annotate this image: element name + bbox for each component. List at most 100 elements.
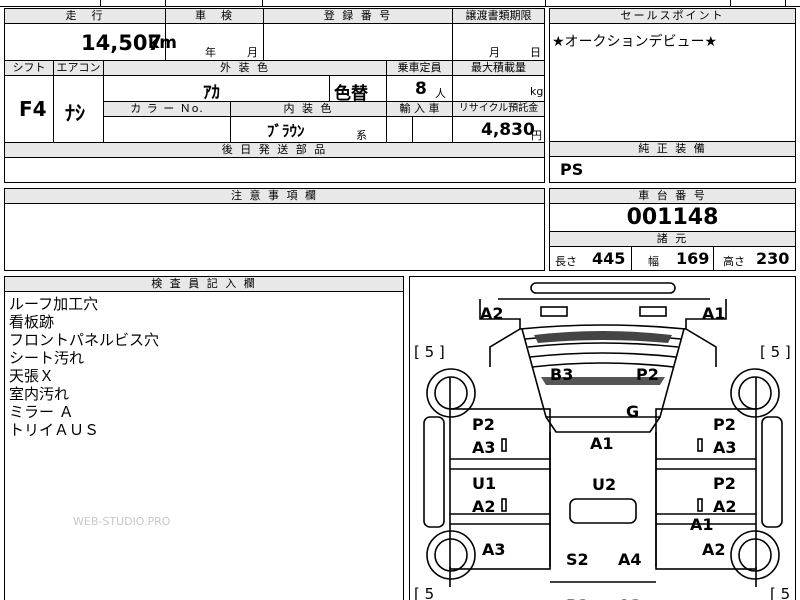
col-line: [230, 101, 231, 142]
top-border: [0, 6, 800, 7]
tire-mark: [ 5: [770, 585, 790, 600]
col-line: [452, 9, 453, 60]
import-header: 輸 入 車: [387, 102, 452, 116]
int-color-header: 内 装 色: [231, 102, 386, 116]
row-line: [5, 291, 403, 292]
recycle-value: 4,830: [481, 120, 535, 140]
damage-mark: A3: [618, 596, 642, 600]
chassis-header: 車 台 番 号: [550, 189, 795, 203]
damage-mark: P2: [713, 415, 736, 434]
roof-bar: [530, 282, 676, 294]
damage-mark: B3: [550, 365, 573, 384]
tire-rear-right-rim: [738, 538, 772, 572]
damage-mark: A2: [702, 540, 726, 559]
col-line: [165, 9, 166, 60]
tire-mark: [ 5: [414, 585, 434, 600]
note-line: シート汚れ: [9, 349, 85, 367]
ac-value: ﾅｼ: [65, 101, 85, 125]
tire-mark: [ 5 ]: [760, 343, 791, 361]
windshield-mid: [527, 342, 679, 348]
note-line: ミラー Ａ: [9, 403, 74, 421]
door-handle: [501, 438, 507, 452]
capacity-header: 乗車定員: [387, 61, 452, 75]
tire-rear-left-rim: [434, 538, 468, 572]
inspector-notes: ルーフ加工穴 看板跡 フロントパネルビス穴 シート汚れ 天張Ｘ 室内汚れ ミラー…: [9, 295, 159, 439]
row-line: [5, 75, 544, 76]
damage-mark: A2: [480, 304, 504, 323]
caution-box: 注 意 事 項 欄: [4, 188, 545, 271]
inspection-month: 月: [247, 46, 258, 59]
col-line: [631, 246, 632, 270]
mileage-header: 走 行: [5, 9, 165, 23]
watermark: WEB-STUDIO.PRO: [73, 515, 171, 528]
car-outline-diagram: [ 5 ] [ 5 ] [ 5 [ 5 A2 A1 B3 P2 G A1 P2 …: [414, 282, 791, 600]
cab-bottom: [545, 416, 661, 433]
width-label: 幅: [648, 255, 659, 268]
damage-mark: A4: [618, 550, 642, 569]
chassis-number: 001148: [626, 205, 719, 230]
inspector-box: 検 査 員 記 入 欄 ルーフ加工穴 看板跡 フロントパネルビス穴 シート汚れ …: [4, 276, 404, 600]
damage-mark: U1: [472, 474, 496, 493]
ac-header: エアコン: [54, 61, 103, 75]
door-handle: [501, 498, 507, 512]
damage-mark: A1: [690, 515, 714, 534]
row-line: [5, 203, 544, 204]
chassis-box: 車 台 番 号 001148 諸 元 長さ 445 幅 169 高さ 230: [549, 188, 796, 271]
row-line: [550, 156, 795, 157]
selling-points-box: セールスポイント ★オークションデビュー★: [549, 8, 796, 142]
recycle-header: リサイクル預託金: [453, 102, 544, 116]
color-no-header: カ ラ ー Ｎo.: [104, 102, 230, 116]
damage-mark: P2: [713, 474, 736, 493]
damage-mark: A1: [702, 304, 726, 323]
note-line: 看板跡: [9, 313, 55, 331]
int-color-suffix: 系: [356, 129, 367, 142]
damage-mark: A2: [472, 497, 496, 516]
height-value: 230: [756, 249, 790, 268]
transfer-day: 日: [530, 46, 541, 59]
left-side-bar: [423, 416, 445, 528]
max-load-unit: kg: [530, 85, 544, 98]
damage-mark: A3: [482, 540, 506, 559]
note-line: フロントパネルビス穴: [9, 331, 160, 349]
row-line: [550, 246, 795, 247]
col-line: [713, 246, 714, 270]
inspection-year: 年: [205, 46, 216, 59]
top-divider: [262, 0, 263, 6]
col-line: [329, 75, 330, 101]
shift-header: シフト: [5, 61, 53, 75]
ext-color-value: ｱｶ: [203, 83, 220, 103]
length-value: 445: [592, 249, 626, 268]
specs-header: 諸 元: [550, 232, 795, 246]
mileage-unit: km: [148, 33, 178, 53]
right-side-bar: [761, 416, 783, 528]
transfer-month: 月: [489, 46, 500, 59]
int-color-value: ﾌﾞﾗｳﾝ: [267, 122, 305, 140]
equipment-box: 純 正 装 備 PS: [549, 141, 796, 183]
max-load-header: 最大積載量: [453, 61, 544, 75]
width-value: 169: [676, 249, 710, 268]
left-side-lines: [450, 458, 550, 525]
note-line: 室内汚れ: [9, 385, 70, 403]
damage-mark: A1: [590, 434, 614, 453]
row-line: [550, 23, 795, 24]
note-line: トリイＡＵＳ: [9, 421, 100, 439]
row-line: [550, 203, 795, 204]
note-line: ルーフ加工穴: [9, 295, 99, 313]
top-divider: [100, 0, 101, 6]
col-line: [53, 60, 54, 142]
damage-diagram-box: [ 5 ] [ 5 ] [ 5 [ 5 A2 A1 B3 P2 G A1 P2 …: [409, 276, 796, 600]
damage-mark: G: [626, 402, 639, 421]
vehicle-info-table: 走 行 車 検 登 録 番 号 譲渡書類期限 14,507 km 年 月 月 日…: [4, 8, 545, 183]
length-label: 長さ: [555, 255, 577, 268]
damage-mark: P2: [636, 365, 659, 384]
damage-mark: A3: [472, 438, 496, 457]
inspection-header: 車 検: [166, 9, 263, 23]
equipment-value: PS: [560, 160, 584, 179]
windshield-shade: [534, 331, 672, 343]
damage-mark: A3: [713, 438, 737, 457]
capacity-value: 8: [415, 79, 427, 99]
headlight-left: [540, 306, 568, 317]
top-divider: [785, 0, 786, 6]
damage-mark: P3: [566, 596, 589, 600]
selling-points-header: セールスポイント: [550, 9, 795, 23]
